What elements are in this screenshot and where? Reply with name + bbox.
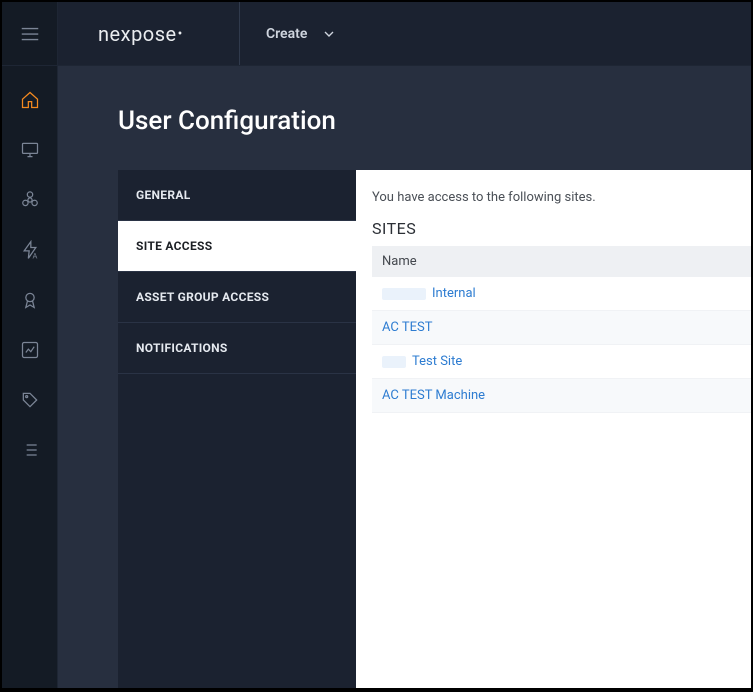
side-tabs: GENERAL SITE ACCESS ASSET GROUP ACCESS N… (118, 170, 356, 688)
panels: GENERAL SITE ACCESS ASSET GROUP ACCESS N… (118, 170, 751, 688)
tab-site-access[interactable]: SITE ACCESS (118, 221, 356, 272)
tab-asset-group-access[interactable]: ASSET GROUP ACCESS (118, 272, 356, 323)
rail-item-vulnerabilities[interactable] (2, 186, 57, 214)
menu-toggle[interactable] (2, 2, 57, 66)
page-title: User Configuration (118, 106, 751, 136)
rail-item-badges[interactable] (2, 286, 57, 314)
table-header-name[interactable]: Name (372, 246, 751, 277)
rail-item-tags[interactable] (2, 386, 57, 414)
topbar: nexpose• Create (58, 2, 751, 66)
table-row: AC TEST Machine (372, 379, 751, 413)
sites-table: Name Internal AC TEST (372, 246, 751, 413)
biohazard-icon (20, 190, 40, 210)
intro-text: You have access to the following sites. (372, 190, 751, 205)
rail-item-list[interactable] (2, 436, 57, 464)
list-icon (20, 440, 40, 460)
brand[interactable]: nexpose• (58, 2, 240, 65)
section-title: SITES (372, 219, 751, 238)
nav-rail: A (2, 2, 58, 688)
rail-item-assets[interactable] (2, 136, 57, 164)
tab-general[interactable]: GENERAL (118, 170, 356, 221)
svg-text:A: A (32, 251, 37, 260)
brand-dot-icon: • (178, 26, 183, 42)
brand-name: nexpose (98, 22, 177, 46)
rail-item-home[interactable] (2, 86, 57, 114)
chart-icon (20, 340, 40, 360)
page: User Configuration GENERAL SITE ACCESS A… (58, 66, 751, 688)
rail-item-policies[interactable]: A (2, 236, 57, 264)
redacted-text (382, 356, 406, 368)
site-link[interactable]: Test Site (412, 354, 462, 369)
rail-items: A (2, 66, 57, 464)
award-icon (20, 290, 40, 310)
create-label: Create (266, 26, 307, 42)
home-icon (20, 90, 40, 110)
app-root: A (2, 2, 751, 688)
table-row: AC TEST (372, 311, 751, 345)
table-row: Internal (372, 277, 751, 311)
monitor-icon (20, 140, 40, 160)
redacted-text (382, 288, 426, 300)
lightning-icon: A (20, 240, 40, 260)
site-link[interactable]: Internal (432, 286, 476, 301)
create-dropdown[interactable]: Create (240, 2, 363, 65)
content-region: nexpose• Create User Configuration GENER… (58, 2, 751, 688)
table-row: Test Site (372, 345, 751, 379)
tab-notifications[interactable]: NOTIFICATIONS (118, 323, 356, 374)
chevron-down-icon (321, 26, 337, 42)
tag-icon (20, 390, 40, 410)
site-link[interactable]: AC TEST Machine (382, 388, 485, 403)
site-link[interactable]: AC TEST (382, 320, 432, 335)
rail-item-reports[interactable] (2, 336, 57, 364)
hamburger-icon (19, 23, 41, 45)
main-panel: You have access to the following sites. … (356, 170, 751, 688)
